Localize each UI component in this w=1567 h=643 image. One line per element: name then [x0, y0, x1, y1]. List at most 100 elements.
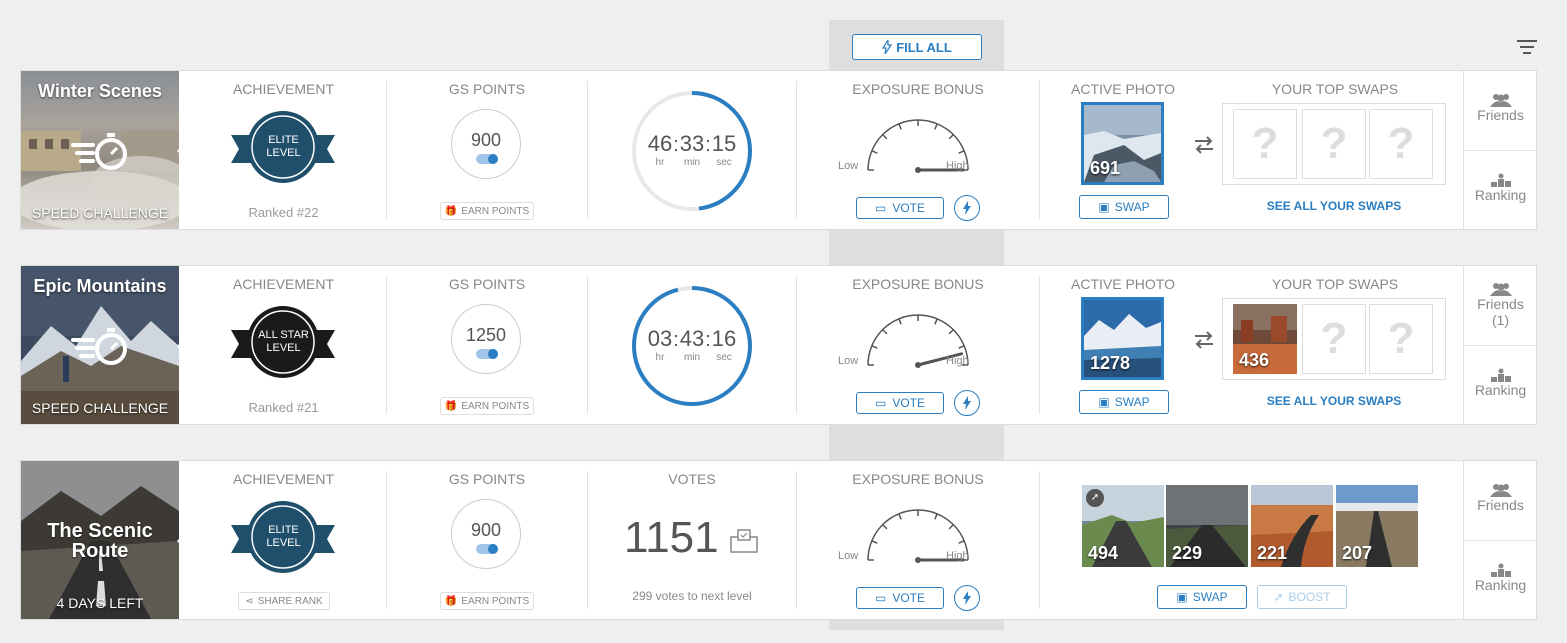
challenge-card-scenic-route: The Scenic Route 4 DAYS LEFT ACHIEVEMENT… — [20, 460, 1537, 620]
swap-button[interactable]: ▣ SWAP — [1079, 390, 1169, 414]
fill-all-button[interactable]: FILL ALL — [852, 34, 982, 60]
friends-icon — [1489, 283, 1512, 296]
swap-slot-empty[interactable]: ? — [1302, 304, 1366, 374]
fill-bolt-button[interactable] — [954, 390, 980, 416]
see-all-swaps-link[interactable]: SEE ALL YOUR SWAPS — [1222, 394, 1446, 408]
gauge-low-label: Low — [838, 550, 859, 562]
active-photo[interactable]: 1278 — [1081, 297, 1164, 380]
votes-section: VOTES 1151 299 votes to next level — [588, 461, 796, 619]
share-rank-button[interactable]: ⋖ SHARE RANK — [238, 592, 330, 610]
friends-button[interactable]: Friends (1) — [1464, 266, 1537, 345]
friends-button[interactable]: Friends — [1464, 461, 1537, 540]
vote-button[interactable]: ▭ VOTE — [856, 392, 944, 414]
challenge-thumbnail[interactable]: Epic Mountains SPEED CHALLENGE — [21, 266, 179, 424]
vote-button[interactable]: ▭ VOTE — [856, 197, 944, 219]
swap-photo-icon: ▣ — [1098, 200, 1110, 214]
filter-icon[interactable] — [1517, 40, 1537, 56]
earn-points-button[interactable]: 🎁 EARN POINTS — [440, 202, 534, 220]
earn-points-button[interactable]: 🎁 EARN POINTS — [440, 592, 534, 610]
gs-toggle-icon — [476, 349, 498, 359]
gauge-tick — [948, 329, 954, 335]
ranking-button[interactable]: Ranking — [1464, 540, 1537, 620]
gauge-tick — [934, 318, 938, 325]
gs-points-value: 900 — [470, 130, 502, 150]
fill-bolt-button[interactable] — [954, 585, 980, 611]
ranking-podium-icon — [1490, 368, 1511, 382]
challenge-thumbnail[interactable]: The Scenic Route 4 DAYS LEFT — [21, 461, 179, 619]
see-all-swaps-link[interactable]: SEE ALL YOUR SWAPS — [1222, 199, 1446, 213]
swap-button[interactable]: ▣ SWAP — [1079, 195, 1169, 219]
gauge-tick — [934, 123, 938, 130]
ranking-podium-icon — [1490, 173, 1511, 187]
side-actions: Friends (1) Ranking — [1463, 266, 1537, 424]
timer-sec-label: sec — [716, 352, 732, 363]
gs-points-circle: 900 — [451, 499, 521, 569]
photo-section: ACTIVE PHOTO YOUR TOP SWAPS 691 ? ? ? ▣ … — [1040, 71, 1462, 229]
gs-points-circle: 1250 — [451, 304, 521, 374]
fill-all-label: FILL ALL — [896, 39, 952, 55]
ballot-icon: ▭ — [874, 396, 887, 410]
active-photo-header: ACTIVE PHOTO — [1071, 276, 1175, 292]
gauge-tick — [958, 540, 965, 544]
friends-button[interactable]: Friends — [1464, 71, 1537, 150]
votes-header: VOTES — [668, 471, 716, 487]
bolt-icon — [882, 40, 893, 54]
level-top-text: ELITE — [268, 524, 299, 536]
boost-button[interactable]: ➚ BOOST — [1257, 585, 1347, 609]
gauge-tick — [882, 134, 888, 140]
challenge-subtitle: 4 DAYS LEFT — [56, 595, 144, 611]
swap-slot-empty[interactable]: ? — [1369, 304, 1433, 374]
swap-arrows-icon — [1195, 136, 1213, 154]
gs-points-circle: 900 — [451, 109, 521, 179]
timer-digits: 46:33:15 — [647, 131, 737, 156]
gauge-tick — [934, 513, 938, 520]
swap-slot-photo[interactable]: 436 — [1233, 304, 1297, 374]
exposure-section: EXPOSURE BONUS Low High ▭ VOTE — [797, 461, 1039, 619]
swap-slot-empty[interactable]: ? — [1302, 109, 1366, 179]
timer-hr-label: hr — [655, 157, 665, 168]
swap-arrows-icon — [1195, 331, 1213, 349]
swap-slot-empty[interactable]: ? — [1233, 109, 1297, 179]
swap-photo-icon: ▣ — [1176, 590, 1188, 604]
gs-points-value: 900 — [470, 520, 502, 540]
challenge-card-epic-mountains: Epic Mountains SPEED CHALLENGE ACHIEVEME… — [20, 265, 1537, 425]
gauge-low-label: Low — [838, 160, 859, 172]
active-photo[interactable]: 691 — [1081, 102, 1164, 185]
fill-bolt-button[interactable] — [954, 195, 980, 221]
challenge-title: Epic Mountains — [33, 276, 167, 296]
achievement-section: ACHIEVEMENT ALL STAR LEVEL Ranked #21 — [181, 266, 386, 424]
achievement-header: ACHIEVEMENT — [232, 81, 335, 97]
swap-slot-empty[interactable]: ? — [1369, 109, 1433, 179]
entry-photo[interactable]: 207 — [1336, 485, 1418, 567]
gauge-tick — [958, 150, 965, 154]
gauge-high-label: High — [946, 550, 969, 562]
gs-toggle-icon — [476, 154, 498, 164]
swap-button[interactable]: ▣ SWAP — [1157, 585, 1247, 609]
gauge-tick — [882, 524, 888, 530]
challenge-title: Winter Scenes — [38, 81, 162, 101]
achievement-section: ACHIEVEMENT ELITE LEVEL Ranked #22 — [181, 71, 386, 229]
entry-photo[interactable]: ➚ 494 — [1082, 485, 1164, 567]
challenge-thumbnail[interactable]: Winter Scenes SPEED CHALLENGE — [21, 71, 179, 229]
exposure-section: EXPOSURE BONUS Low High ▭ VOTE — [797, 266, 1039, 424]
timer-sec-label: sec — [716, 157, 732, 168]
timer-minutes: 43 — [679, 326, 705, 351]
gs-points-section: GS POINTS 900 🎁 EARN POINTS — [387, 461, 587, 619]
entry-photo[interactable]: 229 — [1166, 485, 1248, 567]
entry-photo-count: 229 — [1172, 543, 1203, 563]
level-top-text: ALL STAR — [258, 329, 309, 341]
bolt-icon — [963, 201, 971, 215]
vote-button[interactable]: ▭ VOTE — [856, 587, 944, 609]
entry-photo-count: 494 — [1088, 543, 1119, 563]
ranking-button[interactable]: Ranking — [1464, 345, 1537, 425]
photo-section: ➚ 494 229 221 207 ▣ SWAP ➚ BOOST — [1040, 461, 1462, 619]
earn-points-button[interactable]: 🎁 EARN POINTS — [440, 397, 534, 415]
entry-photo[interactable]: 221 — [1251, 485, 1333, 567]
timer-seconds: 16 — [711, 326, 737, 351]
ranking-podium-icon — [1490, 563, 1511, 577]
achievement-header: ACHIEVEMENT — [232, 276, 335, 292]
ranked-text: Ranked #21 — [248, 400, 319, 415]
exposure-header: EXPOSURE BONUS — [852, 471, 984, 487]
ranking-button[interactable]: Ranking — [1464, 150, 1537, 230]
bolt-icon — [963, 396, 971, 410]
